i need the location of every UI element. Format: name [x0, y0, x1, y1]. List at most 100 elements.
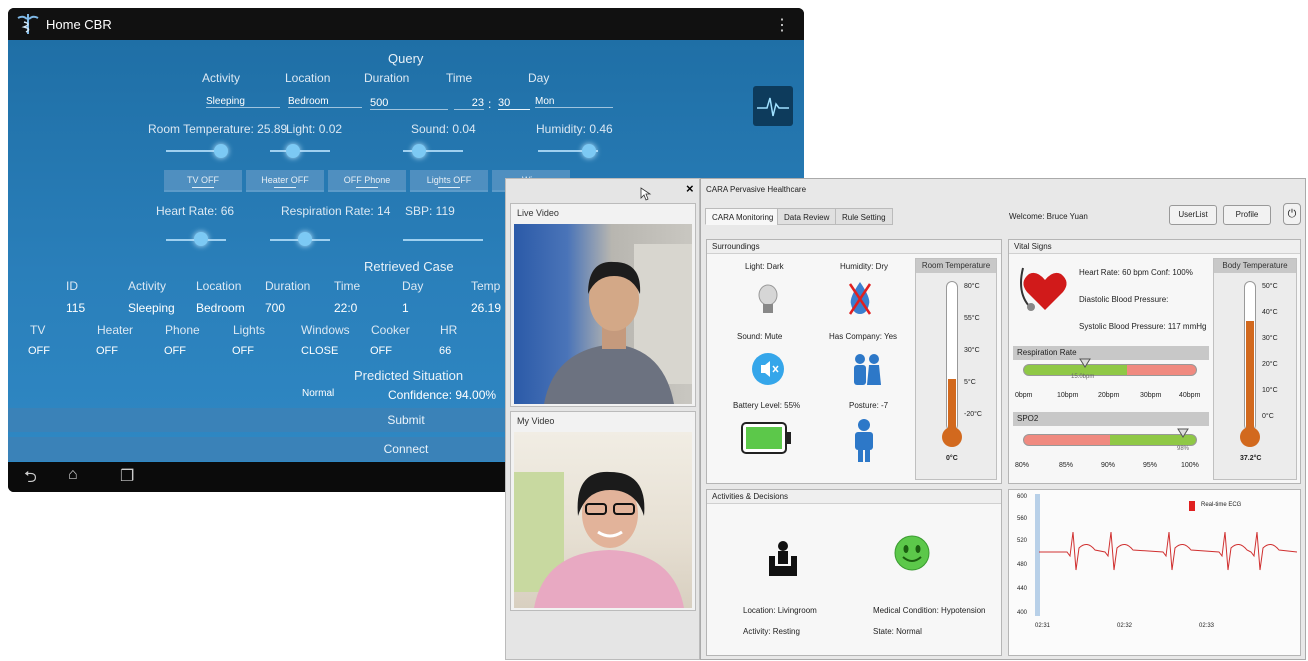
spo2-marker-icon [1177, 428, 1189, 438]
my-video-label: My Video [517, 416, 555, 426]
retrieved-tv-header: TV [30, 323, 46, 337]
overflow-menu-icon[interactable]: ⋮ [774, 15, 790, 35]
light-slider[interactable] [270, 150, 330, 152]
room-tick-minus20: -20°C [964, 411, 982, 418]
retrieved-duration-value: 700 [265, 301, 286, 315]
location-dropdown[interactable]: Bedroom [288, 96, 362, 108]
vital-signs-heading: Vital Signs [1009, 240, 1300, 254]
tv-toggle[interactable]: TV OFF [164, 170, 242, 192]
retrieved-phone-value: OFF [164, 345, 186, 357]
light-slider-thumb[interactable] [286, 144, 300, 158]
medical-condition-status: Medical Condition: Hypotension [873, 606, 986, 615]
location-status: Location: Livingroom [743, 606, 817, 615]
profile-button[interactable]: Profile [1223, 205, 1271, 225]
respiration-rate-bar [1023, 364, 1197, 376]
state-status: State: Normal [873, 627, 922, 636]
retrieved-case-heading: Retrieved Case [364, 259, 454, 274]
light-bulb-icon [758, 284, 778, 313]
humidity-slider-thumb[interactable] [582, 144, 596, 158]
body-tick-40: 40°C [1262, 309, 1278, 316]
recent-apps-icon[interactable]: ❐ [120, 466, 134, 486]
local-person-image [514, 471, 684, 608]
retrieved-hr-header: HR [440, 323, 458, 337]
humidity-status: Humidity: Dry [840, 262, 889, 271]
diastolic-bp-status: Diastolic Blood Pressure: [1079, 295, 1169, 304]
room-temperature-title: Room Temperature [916, 259, 996, 273]
ecg-y-480: 480 [1017, 562, 1028, 568]
day-dropdown[interactable]: Mon [535, 96, 613, 108]
home-icon[interactable]: ⌂ [68, 466, 78, 484]
back-icon[interactable]: ⮌ [24, 466, 37, 492]
retrieved-duration-header: Duration [265, 279, 311, 293]
situation-dropdown[interactable]: Normal [302, 388, 380, 399]
close-icon[interactable]: × [686, 181, 694, 196]
respiration-slider-thumb[interactable] [298, 232, 312, 246]
tab-rule-setting[interactable]: Rule Setting [835, 208, 893, 225]
room-thermometer-fill [948, 379, 956, 433]
retrieved-cooker-header: Cooker [371, 323, 410, 337]
userlist-button[interactable]: UserList [1169, 205, 1217, 225]
body-temperature-gauge: Body Temperature 50°C 40°C 30°C 20°C 10°… [1213, 258, 1297, 480]
spo2-bar [1023, 434, 1197, 446]
app-title: Home CBR [46, 17, 112, 32]
surroundings-heading: Surroundings [707, 240, 1001, 254]
respiration-rate-readout: Respiration Rate: 14 [281, 204, 391, 218]
sound-status: Sound: Mute [737, 332, 783, 341]
heater-toggle[interactable]: Heater OFF [246, 170, 324, 192]
retrieved-activity-header: Activity [128, 279, 167, 293]
lights-toggle[interactable]: Lights OFF [410, 170, 488, 192]
my-video-feed [514, 432, 692, 608]
humidity-readout: Humidity: 0.46 [536, 122, 613, 136]
minute-input[interactable]: 30 [498, 97, 530, 110]
room-tick-30: 30°C [964, 347, 980, 354]
welcome-text: Welcome: Bruce Yuan [1009, 212, 1088, 221]
room-temp-slider-thumb[interactable] [214, 144, 228, 158]
tab-data-review[interactable]: Data Review [777, 208, 837, 225]
ecg-x-0232: 02:32 [1117, 623, 1133, 629]
ecg-legend-swatch [1189, 501, 1195, 511]
activities-panel: Activities & Decisions Location: Livingr… [706, 489, 1002, 656]
body-tick-50: 50°C [1262, 283, 1278, 290]
retrieved-location-header: Location [196, 279, 242, 293]
body-tick-30: 30°C [1262, 335, 1278, 342]
duration-input[interactable]: 500 [370, 97, 448, 110]
retrieved-location-value: Bedroom [196, 301, 245, 315]
location-label: Location [285, 71, 331, 85]
activity-status: Activity: Resting [743, 627, 800, 636]
heart-rate-slider-thumb[interactable] [194, 232, 208, 246]
sbp-readout: SBP: 119 [405, 204, 455, 218]
systolic-bp-status: Systolic Blood Pressure: 117 mmHg [1079, 322, 1207, 331]
light-readout: Light: 0.02 [286, 122, 343, 136]
battery-icon [741, 422, 791, 454]
heart-rate-readout: Heart Rate: 66 [156, 204, 235, 218]
resp-tick-20: 20bpm [1098, 392, 1120, 399]
room-temperature-gauge: Room Temperature 80°C 55°C 30°C 5°C -20°… [915, 258, 997, 480]
ecg-y-560: 560 [1017, 516, 1028, 522]
room-tick-55: 55°C [964, 315, 980, 322]
sbp-slider[interactable] [403, 239, 483, 241]
activities-heading: Activities & Decisions [707, 490, 1001, 504]
resp-tick-30: 30bpm [1140, 392, 1162, 399]
standing-posture-icon [855, 419, 873, 462]
light-status: Light: Dark [745, 262, 784, 271]
smiley-face-icon [894, 535, 930, 571]
body-tick-20: 20°C [1262, 361, 1278, 368]
tab-cara-monitoring[interactable]: CARA Monitoring [705, 208, 781, 225]
body-thermometer-bulb [1240, 427, 1260, 447]
body-tick-10: 10°C [1262, 387, 1278, 394]
resp-tick-10: 10bpm [1057, 392, 1079, 399]
respiration-marker-icon [1079, 358, 1091, 368]
phone-toggle[interactable]: OFF Phone [328, 170, 406, 192]
activity-dropdown[interactable]: Sleeping [206, 96, 280, 108]
room-tick-5: 5°C [964, 379, 976, 386]
company-status: Has Company: Yes [829, 332, 898, 341]
sound-slider-thumb[interactable] [412, 144, 426, 158]
power-icon[interactable]: ⏻ [1283, 203, 1301, 225]
room-thermometer-bulb [942, 427, 962, 447]
hour-input[interactable]: 23 [454, 97, 484, 110]
posture-status: Posture: -7 [849, 401, 889, 410]
live-video-feed [514, 224, 692, 404]
retrieved-phone-header: Phone [165, 323, 200, 337]
day-label: Day [528, 71, 550, 85]
cara-window: CARA Pervasive Healthcare CARA Monitorin… [700, 178, 1306, 660]
